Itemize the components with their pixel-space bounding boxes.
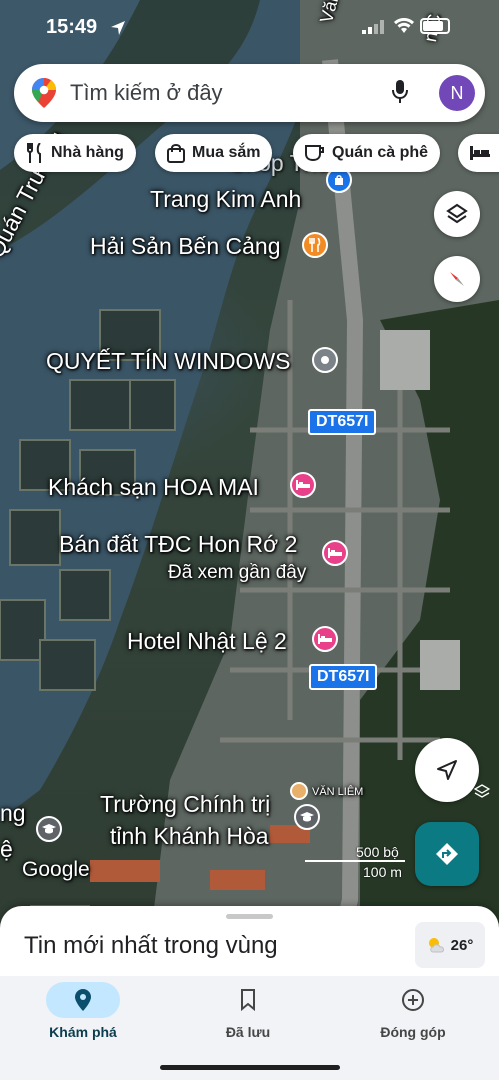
- route-shield-dt657i: DT657I: [309, 664, 378, 690]
- layers-button[interactable]: [434, 191, 480, 237]
- bookmark-icon: [241, 989, 255, 1011]
- chip-hotels[interactable]: [458, 134, 499, 172]
- chip-label: Quán cà phê: [332, 144, 429, 161]
- google-maps-logo-icon: [32, 78, 56, 108]
- wifi-icon: [394, 18, 414, 33]
- nav-active-pill: [46, 982, 120, 1018]
- map-label-trang-kim-anh[interactable]: Trang Kim Anh: [150, 186, 301, 213]
- chip-shopping[interactable]: Mua sắm: [155, 134, 273, 172]
- shopping-bag-icon: [167, 144, 185, 163]
- microphone-icon[interactable]: [392, 80, 408, 104]
- chip-label: Mua sắm: [192, 144, 261, 161]
- signal-icon: [362, 20, 384, 34]
- layers-stack-icon: [474, 784, 490, 798]
- nav-contribute[interactable]: Đóng góp: [343, 982, 483, 1052]
- directions-button[interactable]: [415, 822, 479, 886]
- sheet-title: Tin mới nhất trong vùng: [24, 932, 278, 959]
- map-label-truong-chinh-tri[interactable]: Trường Chính trị: [100, 791, 270, 818]
- chip-cafe[interactable]: Quán cà phê: [293, 134, 441, 172]
- scale-bar: [305, 860, 405, 862]
- map-label-khanh-hoa[interactable]: tỉnh Khánh Hòa: [110, 823, 269, 850]
- avatar[interactable]: N: [439, 75, 475, 111]
- map-label-van-liem: VĂN LIÊM: [312, 786, 364, 798]
- location-pin-icon: [75, 989, 91, 1011]
- hotel-pin-icon[interactable]: [312, 626, 338, 652]
- fork-knife-icon: [27, 143, 41, 163]
- nav-label: Đã lưu: [225, 1024, 271, 1040]
- weather-badge[interactable]: 26°: [415, 922, 485, 968]
- chip-restaurants[interactable]: Nhà hàng: [14, 134, 136, 172]
- nav-pill: [376, 982, 450, 1018]
- school-pin-icon[interactable]: [294, 804, 320, 830]
- bed-icon: [470, 146, 490, 160]
- map-label-partial: ng: [0, 800, 26, 826]
- search-placeholder[interactable]: Tìm kiếm ở đây: [70, 80, 223, 106]
- location-arrow-icon: [111, 21, 125, 35]
- map-label-nhat-le[interactable]: Hotel Nhật Lệ 2: [127, 628, 287, 655]
- hotel-pin-icon[interactable]: [322, 540, 348, 566]
- route-shield-dt657i: DT657I: [308, 409, 377, 435]
- search-bar[interactable]: Tìm kiếm ở đây N: [14, 64, 485, 122]
- bottom-sheet[interactable]: Tin mới nhất trong vùng 26°: [0, 906, 499, 976]
- chip-label: Nhà hàng: [51, 144, 124, 161]
- directions-icon: [436, 843, 458, 865]
- map-label-ban-dat[interactable]: Bán đất TĐC Hon Rớ 2: [59, 531, 297, 558]
- school-pin-icon[interactable]: [36, 816, 62, 842]
- map-label-partial: ệ: [0, 836, 13, 862]
- partly-cloudy-icon: [428, 938, 444, 953]
- status-bar: 15:49: [0, 0, 499, 58]
- add-circle-icon: [402, 989, 424, 1011]
- map-label-hoa-mai[interactable]: Khách sạn HOA MAI: [48, 474, 259, 501]
- scale-imperial: 500 bộ: [356, 844, 399, 860]
- temperature: 26°: [450, 936, 474, 954]
- layers-icon: [446, 203, 468, 224]
- navigation-arrow-icon: [437, 760, 457, 780]
- coffee-cup-icon: [305, 145, 324, 162]
- google-logo: Google: [22, 858, 90, 881]
- sheet-handle[interactable]: [226, 914, 273, 919]
- nav-explore[interactable]: Khám phá: [13, 982, 153, 1052]
- user-photo-marker[interactable]: [290, 782, 308, 800]
- nav-pill: [211, 982, 285, 1018]
- hotel-pin-icon[interactable]: [290, 472, 316, 498]
- map-label-recently-viewed: Đã xem gần đây: [168, 562, 307, 583]
- place-pin-icon[interactable]: [312, 347, 338, 373]
- scale-metric: 100 m: [363, 864, 402, 880]
- status-time: 15:49: [46, 16, 98, 38]
- nav-label: Khám phá: [49, 1024, 117, 1040]
- nav-label: Đóng góp: [380, 1024, 446, 1040]
- home-indicator[interactable]: [160, 1065, 340, 1070]
- map-label-hai-san[interactable]: Hải Sản Bến Cảng: [90, 233, 281, 260]
- restaurant-pin-icon[interactable]: [302, 232, 328, 258]
- compass-icon: [450, 272, 464, 286]
- battery-icon: [420, 18, 450, 34]
- nav-saved[interactable]: Đã lưu: [178, 982, 318, 1052]
- map-label-quyet-tin[interactable]: QUYẾT TÍN WINDOWS: [46, 348, 291, 375]
- my-location-button[interactable]: [415, 738, 479, 802]
- compass-button[interactable]: [434, 256, 480, 302]
